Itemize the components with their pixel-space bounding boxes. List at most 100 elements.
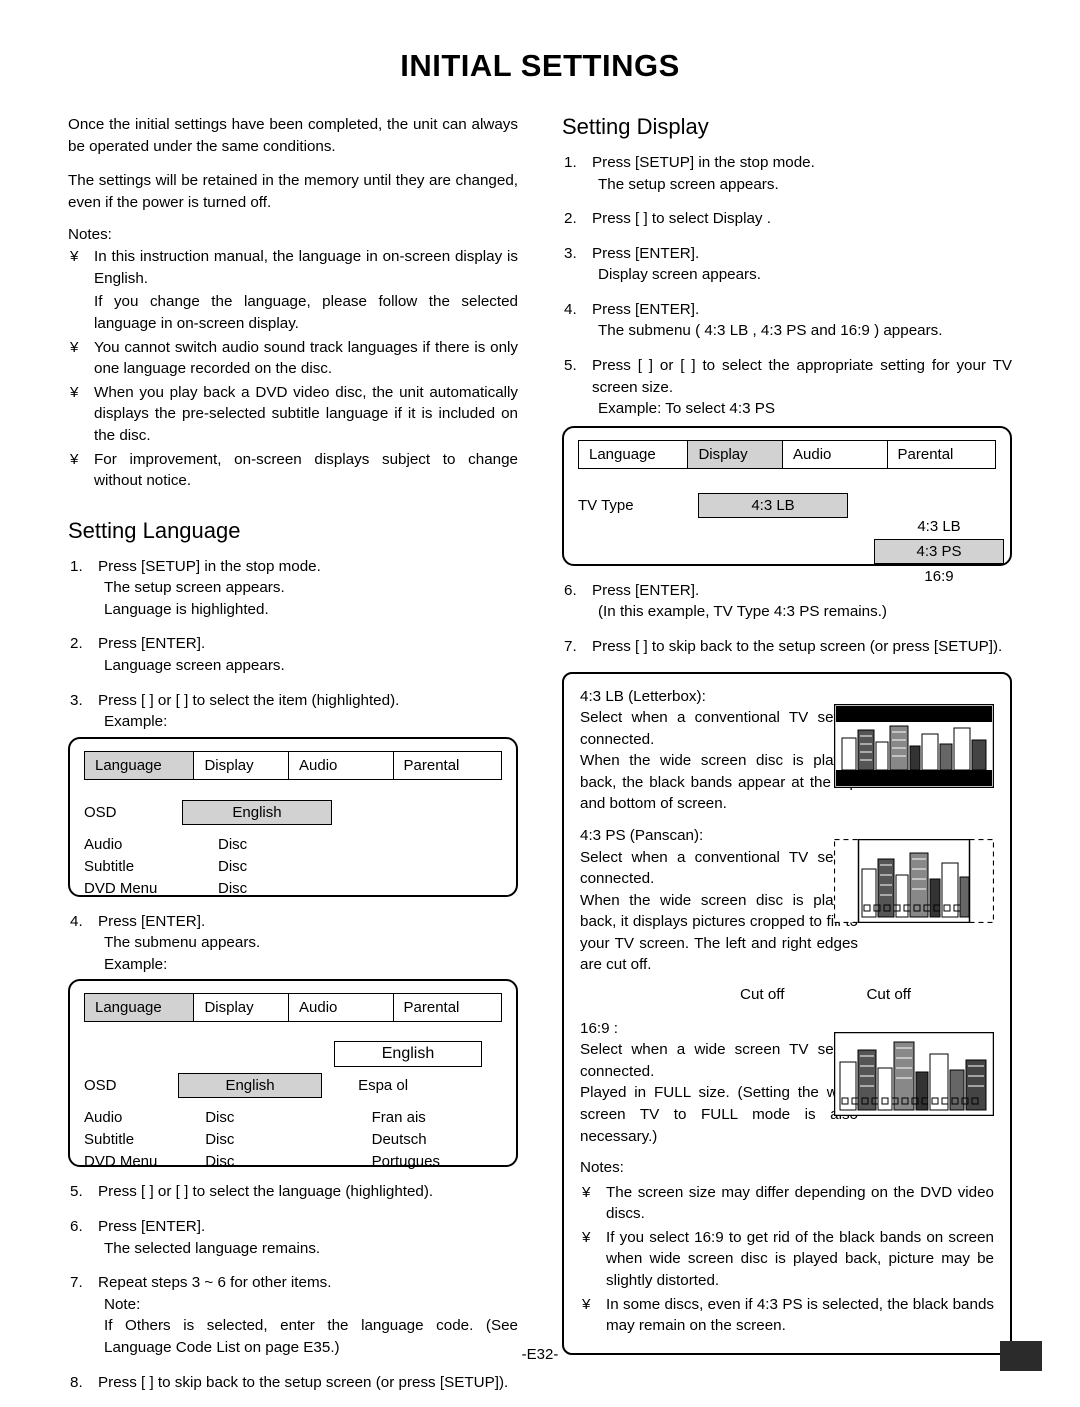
widescreen-illustration-icon xyxy=(833,1031,995,1123)
note-bullet-icon: ¥ xyxy=(582,1295,591,1313)
step-subtext: Language screen appears. xyxy=(104,656,285,674)
tv-type-option-list: 4:3 LB 4:3 PS 16:9 xyxy=(874,516,1004,587)
table-row: OSD English xyxy=(84,798,502,828)
step-6: 6. Press [ENTER]. (In this example, TV T… xyxy=(562,580,1012,623)
step-1: 1. Press [SETUP] in the stop mode. The s… xyxy=(68,556,518,621)
tab-display[interactable]: Display xyxy=(194,994,290,1022)
step-3: 3. Press [ ] or [ ] to select the item (… xyxy=(68,690,518,733)
row-label-tv-type: TV Type xyxy=(578,497,634,515)
step-subtext: (In this example, TV Type 4:3 PS remains… xyxy=(598,603,887,621)
section-heading-setting-language: Setting Language xyxy=(68,517,241,543)
tab-parental[interactable]: Parental xyxy=(394,994,501,1021)
step-subtext: The submenu ( 4:3 LB , 4:3 PS and 16:9 )… xyxy=(598,322,943,340)
tab-audio[interactable]: Audio xyxy=(783,440,888,468)
step-5: 5. Press [ ] or [ ] to select the langua… xyxy=(68,1181,518,1203)
cut-off-label-left: Cut off xyxy=(740,986,785,1004)
row-label-subtitle: Subtitle xyxy=(84,1130,135,1148)
list-item: ¥ In some discs, even if 4:3 PS is select… xyxy=(580,1294,994,1337)
intro-paragraph-1: Once the initial settings have been comp… xyxy=(68,116,518,155)
step-text: Repeat steps 3 ~ 6 for other items. xyxy=(98,1274,332,1292)
step-5: 5. Press [ ] or [ ] to select the approp… xyxy=(562,355,1012,420)
tv-type-block-letterbox: 4:3 LB (Letterbox): Select when a conven… xyxy=(580,686,995,815)
step-text: Press [ ] to skip back to the setup scre… xyxy=(98,1373,509,1391)
table-row: Subtitle Disc Deutsch xyxy=(84,1128,502,1150)
step-number: 2. xyxy=(564,210,577,228)
tv-type-title-panscan: 4:3 PS (Panscan): xyxy=(580,826,704,844)
row-value-subtitle[interactable]: Disc xyxy=(169,1131,335,1148)
tab-parental[interactable]: Parental xyxy=(394,752,501,779)
language-option-espanol[interactable]: Espa ol xyxy=(322,1077,502,1094)
note-bullet-icon: ¥ xyxy=(582,1183,591,1201)
tab-audio[interactable]: Audio xyxy=(289,994,394,1022)
step-text: Press [ ] to skip back to the setup scre… xyxy=(592,637,1003,655)
tab-language[interactable]: Language xyxy=(85,751,195,779)
language-option-deutsch[interactable]: Deutsch xyxy=(336,1131,502,1148)
language-option-francais[interactable]: Fran ais xyxy=(336,1109,502,1126)
tab-display[interactable]: Display xyxy=(194,751,290,779)
panscan-cutoff-captions: Cut off Cut off xyxy=(580,984,994,1006)
list-item: ¥ The screen size may differ depending on… xyxy=(580,1182,994,1225)
row-value-osd[interactable]: English xyxy=(182,800,332,826)
row-value-audio[interactable]: Disc xyxy=(182,836,368,853)
row-value-dvd-menu[interactable]: Disc xyxy=(182,880,368,897)
table-row: OSD English Espa ol xyxy=(84,1070,502,1100)
cut-off-label-right: Cut off xyxy=(866,986,911,1004)
tv-type-block-widescreen: 16:9 : Select when a wide screen TV set … xyxy=(580,1018,995,1147)
row-label-audio: Audio xyxy=(84,836,123,854)
step-subtext: Example: xyxy=(104,713,168,731)
list-item: ¥ When you play back a DVD video disc, th… xyxy=(68,382,518,447)
step-text: Press [ENTER]. xyxy=(592,244,700,262)
language-popup-option-english[interactable]: English xyxy=(334,1041,482,1068)
tv-type-title-letterbox: 4:3 LB (Letterbox): xyxy=(580,687,706,705)
step-2: 2. Press [ENTER]. Language screen appear… xyxy=(68,633,518,676)
osd-language-submenu: Language Display Audio Parental English … xyxy=(68,979,518,1170)
row-label-audio: Audio xyxy=(84,1108,123,1126)
note-bullet-icon: ¥ xyxy=(70,383,79,401)
osd-tab-bar: Language Display Audio Parental xyxy=(84,750,502,780)
left-column: Once the initial settings have been comp… xyxy=(68,114,540,1406)
step-number: 8. xyxy=(70,1373,83,1391)
tv-type-option-4-3-lb[interactable]: 4:3 LB xyxy=(874,516,1004,537)
tv-type-text-widescreen: Select when a wide screen TV set is conn… xyxy=(580,1041,858,1145)
table-row: DVD Menu Disc xyxy=(84,878,502,900)
step-number: 7. xyxy=(70,1274,83,1292)
note-bullet-icon: ¥ xyxy=(70,450,79,468)
note-text: You cannot switch audio sound track lang… xyxy=(94,338,518,378)
step-number: 1. xyxy=(564,154,577,171)
step-text: Press [ ] or [ ] to select the language … xyxy=(98,1183,434,1201)
step-8: 8. Press [ ] to skip back to the setup s… xyxy=(68,1372,518,1394)
letterbox-illustration-icon xyxy=(833,703,995,795)
page-title: INITIAL SETTINGS xyxy=(400,48,680,83)
step-number: 4. xyxy=(70,912,83,930)
step-text: Press [SETUP] in the stop mode. xyxy=(592,154,815,171)
osd-row-list: OSD English Espa ol Audio Disc Fran ais … xyxy=(84,1070,502,1172)
step-1: 1. Press [SETUP] in the stop mode. The s… xyxy=(562,152,1012,195)
step-7: 7. Press [ ] to skip back to the setup s… xyxy=(562,636,1012,658)
tab-language[interactable]: Language xyxy=(579,440,689,468)
note-bullet-icon: ¥ xyxy=(582,1228,591,1246)
note-text: If you change the language, please follo… xyxy=(94,293,518,333)
step-text: Press [ENTER]. xyxy=(98,1218,206,1236)
tab-display[interactable]: Display xyxy=(688,440,784,468)
row-value-osd[interactable]: English xyxy=(178,1072,323,1098)
note-text: For improvement, on-screen displays subj… xyxy=(94,450,518,490)
step-subtext: Display screen appears. xyxy=(598,266,761,284)
tab-language[interactable]: Language xyxy=(85,994,195,1022)
step-number: 7. xyxy=(564,637,577,655)
language-option-portugues[interactable]: Portugues xyxy=(336,1153,502,1170)
tv-type-option-4-3-ps[interactable]: 4:3 PS xyxy=(874,538,1004,564)
row-value-audio[interactable]: Disc xyxy=(169,1109,335,1126)
tv-type-title-widescreen: 16:9 : xyxy=(580,1019,618,1037)
tab-parental[interactable]: Parental xyxy=(888,441,995,468)
row-label-dvd-menu: DVD Menu xyxy=(84,1152,158,1170)
row-value-dvd-menu[interactable]: Disc xyxy=(169,1153,335,1170)
row-value-tv-type[interactable]: 4:3 LB xyxy=(698,493,848,519)
step-3: 3. Press [ENTER]. Display screen appears… xyxy=(562,243,1012,286)
list-item: ¥ For improvement, on-screen displays sub… xyxy=(68,449,518,492)
tv-type-block-panscan: 4:3 PS (Panscan): Select when a conventi… xyxy=(580,825,995,976)
tv-type-description-box: 4:3 LB (Letterbox): Select when a conven… xyxy=(562,671,1012,1355)
row-value-subtitle[interactable]: Disc xyxy=(182,858,368,875)
tv-type-notes-list: ¥ The screen size may differ depending on… xyxy=(580,1182,994,1337)
tab-audio[interactable]: Audio xyxy=(289,751,394,779)
corner-mark xyxy=(1000,1341,1042,1371)
